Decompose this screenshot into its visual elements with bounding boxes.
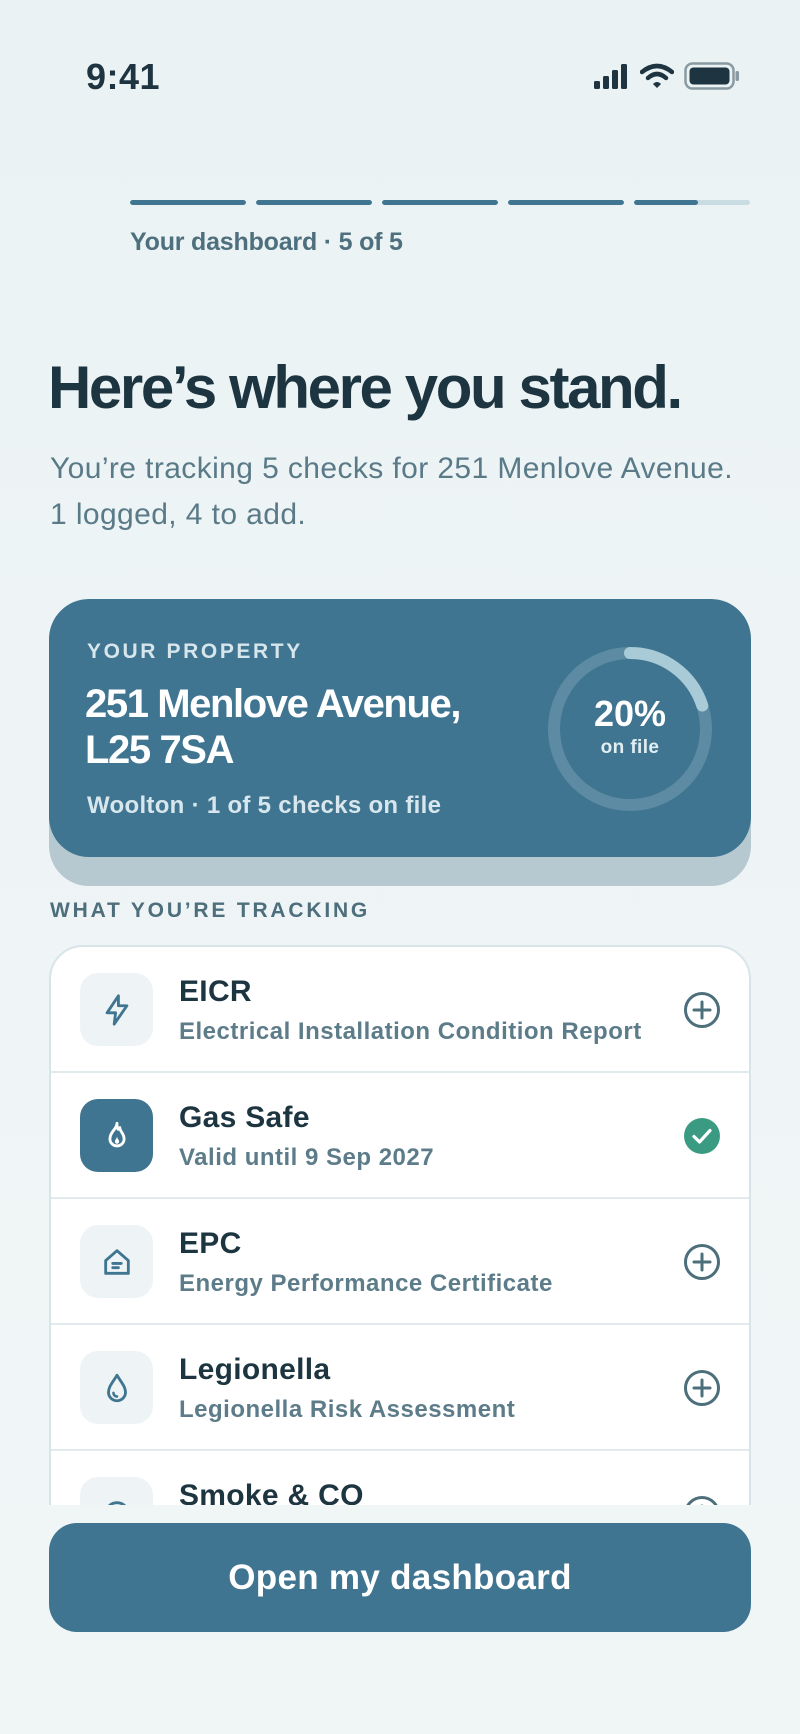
list-item-title: EICR (179, 975, 252, 1008)
smoke-alarm-icon (80, 1477, 153, 1505)
list-item-legionella[interactable]: Legionella Legionella Risk Assessment (51, 1325, 749, 1451)
list-item-subtitle: Energy Performance Certificate (179, 1270, 553, 1297)
status-icons (594, 62, 740, 95)
wifi-icon (639, 63, 675, 94)
progress-segment-current (634, 200, 750, 205)
progress-segment (130, 200, 246, 205)
progress-label: Your dashboard · 5 of 5 (130, 228, 403, 256)
check-circle-icon (683, 1117, 721, 1155)
add-icon[interactable] (683, 991, 721, 1029)
tracking-list: EICR Electrical Installation Condition R… (49, 945, 751, 1505)
add-icon[interactable] (683, 1243, 721, 1281)
progress-ring-percent: 20% (593, 693, 667, 734)
list-item-title: Legionella (179, 1353, 331, 1386)
property-meta: Woolton · 1 of 5 checks on file (87, 792, 442, 819)
property-card: YOUR PROPERTY 251 Menlove Avenue, L25 7S… (49, 599, 751, 857)
property-card-eyebrow: YOUR PROPERTY (87, 640, 303, 663)
property-address: 251 Menlove Avenue, L25 7SA (85, 682, 461, 772)
page-title: Here’s where you stand. (48, 354, 683, 421)
list-item-gas-safe[interactable]: Gas Safe Valid until 9 Sep 2027 (51, 1073, 749, 1199)
list-item-title: EPC (179, 1227, 242, 1260)
status-bar: 9:41 (0, 0, 800, 160)
add-icon[interactable] (683, 1369, 721, 1407)
list-item-title: Gas Safe (179, 1101, 310, 1134)
add-icon[interactable] (683, 1495, 721, 1505)
list-item-smoke-co[interactable]: Smoke & CO (51, 1451, 749, 1505)
list-item-subtitle: Legionella Risk Assessment (179, 1396, 516, 1423)
list-item-subtitle: Valid until 9 Sep 2027 (179, 1144, 435, 1171)
onboarding-progress-bar (130, 200, 750, 208)
battery-icon (684, 62, 740, 95)
page-subtitle: You’re tracking 5 checks for 251 Menlove… (50, 452, 733, 531)
tracking-section-label: WHAT YOU’RE TRACKING (50, 899, 371, 922)
open-dashboard-button[interactable]: Open my dashboard (49, 1523, 751, 1632)
flame-icon (80, 1099, 153, 1172)
progress-segment (256, 200, 372, 205)
progress-segment (508, 200, 624, 205)
water-drop-icon (80, 1351, 153, 1424)
cellular-signal-icon (594, 63, 630, 94)
progress-ring-label: on file (600, 737, 660, 758)
house-energy-icon (80, 1225, 153, 1298)
list-item-eicr[interactable]: EICR Electrical Installation Condition R… (51, 947, 749, 1073)
list-item-epc[interactable]: EPC Energy Performance Certificate (51, 1199, 749, 1325)
lightning-bolt-icon (80, 973, 153, 1046)
progress-segment (382, 200, 498, 205)
status-time: 9:41 (86, 56, 161, 97)
list-item-subtitle: Electrical Installation Condition Report (179, 1018, 642, 1045)
list-item-title: Smoke & CO (179, 1479, 364, 1505)
tracking-list-viewport[interactable]: EICR Electrical Installation Condition R… (49, 945, 751, 1505)
